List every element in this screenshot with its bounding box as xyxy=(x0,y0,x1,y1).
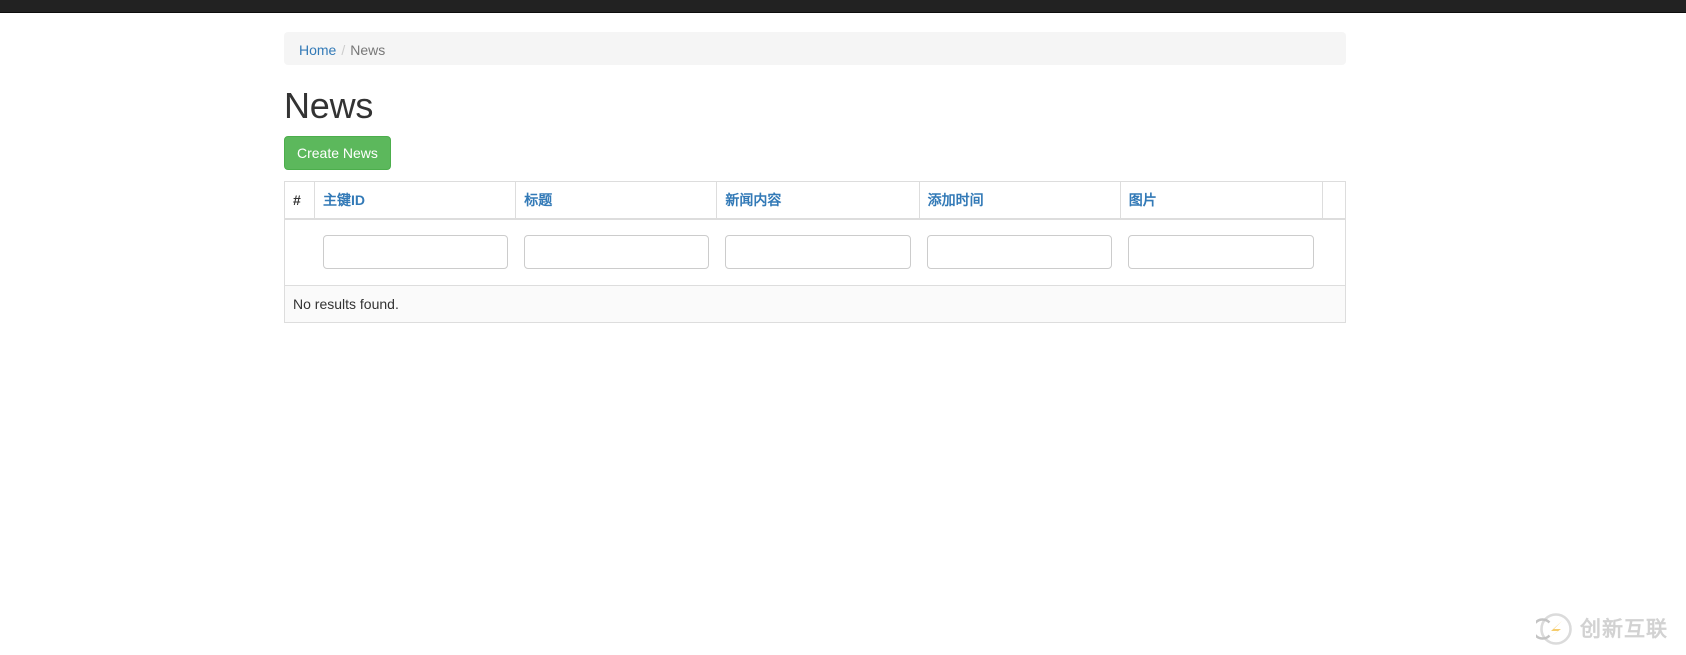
watermark-text: 创新互联 xyxy=(1580,616,1668,641)
news-grid-view: # 主键ID 标题 新闻内容 添加时间 图片 No results found. xyxy=(283,180,1347,323)
column-header-addtime: 添加时间 xyxy=(918,180,1121,220)
toolbar: Create News xyxy=(284,135,1346,170)
column-label-num: # xyxy=(293,191,301,208)
column-header-image: 图片 xyxy=(1119,180,1323,220)
column-header-id: 主键ID xyxy=(314,180,517,220)
filter-cell-content xyxy=(717,219,919,286)
watermark: 创新互联 xyxy=(1531,607,1678,651)
news-table: # 主键ID 标题 新闻内容 添加时间 图片 No results found. xyxy=(283,180,1347,323)
filter-cell-image xyxy=(1120,219,1322,286)
news-table-body: No results found. xyxy=(284,284,1346,323)
column-header-content: 新闻内容 xyxy=(716,180,920,220)
sort-link-addtime[interactable]: 添加时间 xyxy=(928,192,984,208)
page-title: News xyxy=(284,85,374,126)
filter-cell-actions xyxy=(1322,219,1345,286)
filter-input-addtime[interactable] xyxy=(927,235,1113,270)
column-header-actions xyxy=(1321,180,1347,220)
filter-input-id[interactable] xyxy=(322,235,508,270)
filter-cell-addtime xyxy=(919,219,1120,286)
breadcrumb-separator: / xyxy=(341,42,346,58)
news-table-header-row: # 主键ID 标题 新闻内容 添加时间 图片 xyxy=(283,180,1347,220)
filter-cell-id xyxy=(315,219,516,286)
column-header-title: 标题 xyxy=(515,180,718,220)
page-container: Home / News News Create News # 主键ID 标题 新… xyxy=(283,32,1347,323)
filter-input-image[interactable] xyxy=(1128,235,1315,270)
sort-link-id[interactable]: 主键ID xyxy=(323,192,365,208)
watermark-logo-icon xyxy=(1531,609,1576,649)
sort-link-title[interactable]: 标题 xyxy=(524,192,552,208)
top-navbar xyxy=(0,0,1686,13)
column-header-num: # xyxy=(283,180,316,220)
filter-input-content[interactable] xyxy=(724,235,912,270)
create-news-button[interactable]: Create News xyxy=(284,135,391,170)
sort-link-content[interactable]: 新闻内容 xyxy=(725,192,781,208)
empty-results-row: No results found. xyxy=(284,284,1346,323)
news-table-head: # 主键ID 标题 新闻内容 添加时间 图片 xyxy=(283,180,1347,286)
filter-input-title[interactable] xyxy=(523,235,709,270)
breadcrumb: Home / News xyxy=(284,32,1346,65)
news-table-filter-row xyxy=(285,219,1346,286)
empty-results-cell: No results found. xyxy=(284,284,1346,323)
filter-cell-num xyxy=(285,219,315,286)
filter-cell-title xyxy=(516,219,717,286)
breadcrumb-link-home[interactable]: Home xyxy=(299,42,336,58)
sort-link-image[interactable]: 图片 xyxy=(1129,192,1157,208)
breadcrumb-current: News xyxy=(350,42,386,58)
